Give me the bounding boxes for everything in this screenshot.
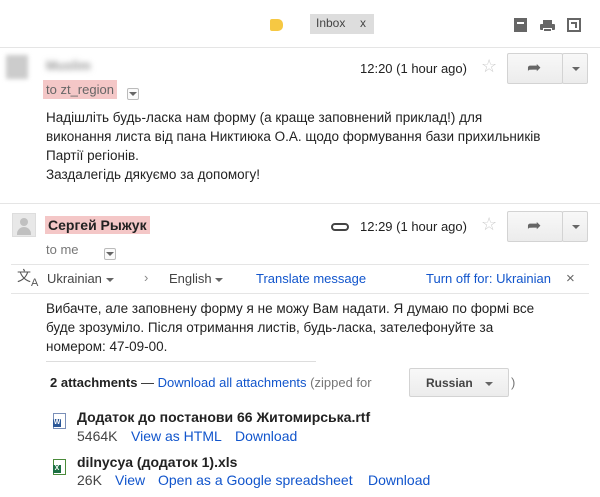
source-language-select[interactable]: Ukrainian xyxy=(47,271,114,286)
download-link[interactable]: Download xyxy=(368,472,430,488)
attachments-divider xyxy=(46,361,316,362)
body-line: виконання листа від пана Никтиюка О.А. щ… xyxy=(46,129,541,144)
zipped-for-text: (zipped for xyxy=(310,375,372,390)
body-line: Партії регіонів. xyxy=(46,148,139,163)
attachment-size: 26K xyxy=(77,472,102,488)
translate-message-link[interactable]: Translate message xyxy=(256,271,366,286)
translate-icon: 文A xyxy=(17,268,39,289)
attachments-separator: — xyxy=(141,375,155,390)
attachment-name[interactable]: Додаток до постанови 66 Житомирська.rtf xyxy=(77,409,370,425)
more-actions-button[interactable] xyxy=(562,211,588,242)
reply-button[interactable]: ➦ xyxy=(507,53,563,84)
download-all-link[interactable]: Download all attachments xyxy=(158,375,307,390)
attachments-count: 2 attachments xyxy=(50,375,138,390)
translate-bar: 文A Ukrainian › English Translate message… xyxy=(11,264,589,294)
chevron-down-icon xyxy=(105,277,114,282)
body-line: Заздалегідь дякуємо за допомогу! xyxy=(46,167,261,182)
sender-text: Сергей Рыжук xyxy=(48,217,147,233)
close-icon[interactable]: × xyxy=(566,270,575,287)
message1-body: Надішліть будь-ласка нам форму (а краще … xyxy=(46,108,540,184)
target-language-text: English xyxy=(169,271,212,286)
word-document-icon: W xyxy=(53,413,66,429)
inbox-label-text: Inbox xyxy=(316,16,346,30)
show-details-dropdown[interactable] xyxy=(127,87,139,100)
open-as-spreadsheet-link[interactable]: Open as a Google spreadsheet xyxy=(158,472,353,488)
sender-avatar xyxy=(6,55,28,79)
view-link[interactable]: View xyxy=(115,472,145,488)
expand-all-icon[interactable] xyxy=(567,18,581,32)
show-details-dropdown[interactable] xyxy=(103,247,116,260)
body-line: буде зрозуміло. Після отримання листів, … xyxy=(46,320,494,335)
chevron-right-icon: › xyxy=(144,270,149,285)
more-actions-button[interactable] xyxy=(562,53,588,84)
attachment-name[interactable]: dilnycya (додаток 1).xls xyxy=(77,454,237,470)
star-icon[interactable]: ☆ xyxy=(481,214,497,235)
body-line: Вибачте, але заповнену форму я не можу В… xyxy=(46,301,535,316)
spreadsheet-icon: X xyxy=(53,459,66,475)
sender-name-blurred: Muslim xyxy=(46,58,91,73)
zip-language-text: Russian xyxy=(426,376,473,390)
chevron-down-icon xyxy=(572,67,580,71)
paperclip-icon xyxy=(331,223,349,231)
sender-name: Сергей Рыжук xyxy=(45,216,150,234)
recipient-to: to me xyxy=(46,242,79,257)
reply-arrow-icon: ➦ xyxy=(527,58,542,77)
avatar xyxy=(12,213,36,237)
chevron-down-icon xyxy=(215,277,224,282)
recipient-text: to zt_region xyxy=(46,82,114,97)
reply-arrow-icon: ➦ xyxy=(527,216,542,235)
download-link[interactable]: Download xyxy=(235,428,297,444)
attachments-header: 2 attachments — Download all attachments… xyxy=(50,375,372,390)
target-language-select[interactable]: English xyxy=(169,271,224,286)
label-tag-icon xyxy=(270,19,283,31)
view-as-html-link[interactable]: View as HTML xyxy=(131,428,222,444)
star-icon[interactable]: ☆ xyxy=(481,56,497,77)
attachment-size: 5464K xyxy=(77,428,118,444)
reply-button[interactable]: ➦ xyxy=(507,211,563,242)
body-line: Надішліть будь-ласка нам форму (а краще … xyxy=(46,110,483,125)
zip-language-select[interactable]: Russian xyxy=(409,368,509,397)
remove-label-button[interactable]: x xyxy=(360,16,366,30)
body-line: номером: 47-09-00. xyxy=(46,339,168,354)
inbox-label-chip[interactable]: Inbox x xyxy=(310,14,374,34)
header-divider xyxy=(0,47,600,48)
message-divider xyxy=(0,203,600,204)
chevron-down-icon xyxy=(485,382,493,386)
chevron-down-icon xyxy=(572,225,580,229)
message2-time: 12:29 (1 hour ago) xyxy=(360,219,467,234)
new-window-icon[interactable] xyxy=(514,18,527,32)
zipped-for-close: ) xyxy=(511,375,516,390)
source-language-text: Ukrainian xyxy=(47,271,102,286)
recipient-to: to zt_region xyxy=(43,80,117,99)
message1-time: 12:20 (1 hour ago) xyxy=(360,61,467,76)
message2-body: Вибачте, але заповнену форму я не можу В… xyxy=(46,299,534,356)
turn-off-translate-link[interactable]: Turn off for: Ukrainian xyxy=(426,271,551,286)
print-icon[interactable] xyxy=(540,20,555,32)
